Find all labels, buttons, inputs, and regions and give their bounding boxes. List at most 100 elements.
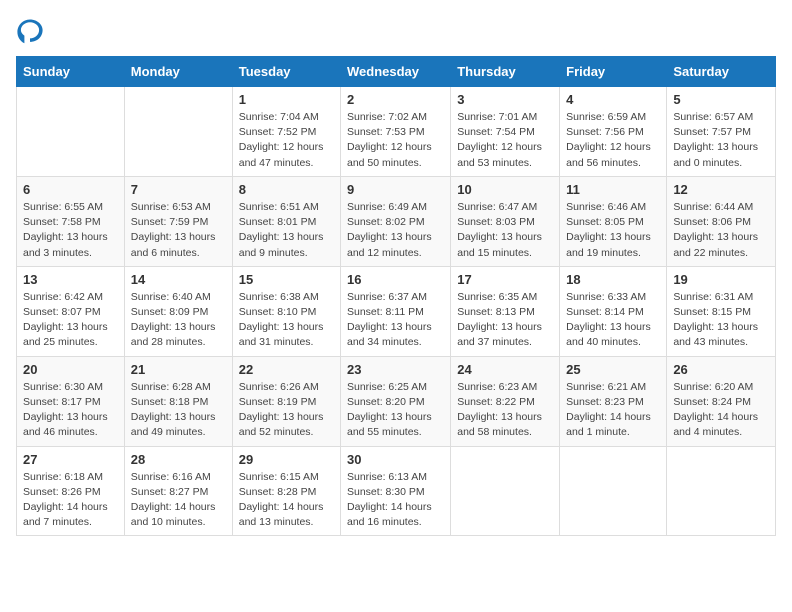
calendar-cell: 5 Sunrise: 6:57 AM Sunset: 7:57 PM Daylig… xyxy=(667,87,776,177)
week-row-3: 13 Sunrise: 6:42 AM Sunset: 8:07 PM Dayli… xyxy=(17,266,776,356)
day-number: 4 xyxy=(566,92,660,107)
day-info: Sunrise: 6:40 AM Sunset: 8:09 PM Dayligh… xyxy=(131,290,226,351)
calendar-cell: 7 Sunrise: 6:53 AM Sunset: 7:59 PM Daylig… xyxy=(124,176,232,266)
day-number: 6 xyxy=(23,182,118,197)
calendar-cell: 27 Sunrise: 6:18 AM Sunset: 8:26 PM Dayli… xyxy=(17,446,125,536)
day-header-saturday: Saturday xyxy=(667,57,776,87)
day-number: 7 xyxy=(131,182,226,197)
calendar-cell: 2 Sunrise: 7:02 AM Sunset: 7:53 PM Daylig… xyxy=(341,87,451,177)
day-info: Sunrise: 6:49 AM Sunset: 8:02 PM Dayligh… xyxy=(347,200,444,261)
day-info: Sunrise: 6:55 AM Sunset: 7:58 PM Dayligh… xyxy=(23,200,118,261)
day-info: Sunrise: 6:46 AM Sunset: 8:05 PM Dayligh… xyxy=(566,200,660,261)
calendar-body: 1 Sunrise: 7:04 AM Sunset: 7:52 PM Daylig… xyxy=(17,87,776,536)
day-info: Sunrise: 6:16 AM Sunset: 8:27 PM Dayligh… xyxy=(131,470,226,531)
calendar-cell: 4 Sunrise: 6:59 AM Sunset: 7:56 PM Daylig… xyxy=(560,87,667,177)
calendar-cell: 21 Sunrise: 6:28 AM Sunset: 8:18 PM Dayli… xyxy=(124,356,232,446)
day-info: Sunrise: 7:02 AM Sunset: 7:53 PM Dayligh… xyxy=(347,110,444,171)
day-number: 14 xyxy=(131,272,226,287)
day-info: Sunrise: 6:25 AM Sunset: 8:20 PM Dayligh… xyxy=(347,380,444,441)
day-info: Sunrise: 6:38 AM Sunset: 8:10 PM Dayligh… xyxy=(239,290,334,351)
day-number: 15 xyxy=(239,272,334,287)
day-info: Sunrise: 6:21 AM Sunset: 8:23 PM Dayligh… xyxy=(566,380,660,441)
calendar-cell: 26 Sunrise: 6:20 AM Sunset: 8:24 PM Dayli… xyxy=(667,356,776,446)
calendar-cell xyxy=(17,87,125,177)
calendar-cell: 18 Sunrise: 6:33 AM Sunset: 8:14 PM Dayli… xyxy=(560,266,667,356)
calendar-cell: 11 Sunrise: 6:46 AM Sunset: 8:05 PM Dayli… xyxy=(560,176,667,266)
week-row-1: 1 Sunrise: 7:04 AM Sunset: 7:52 PM Daylig… xyxy=(17,87,776,177)
day-info: Sunrise: 6:18 AM Sunset: 8:26 PM Dayligh… xyxy=(23,470,118,531)
day-info: Sunrise: 6:59 AM Sunset: 7:56 PM Dayligh… xyxy=(566,110,660,171)
calendar-cell xyxy=(667,446,776,536)
logo-icon xyxy=(16,16,44,44)
calendar-table: SundayMondayTuesdayWednesdayThursdayFrid… xyxy=(16,56,776,536)
day-number: 2 xyxy=(347,92,444,107)
day-number: 13 xyxy=(23,272,118,287)
day-info: Sunrise: 6:35 AM Sunset: 8:13 PM Dayligh… xyxy=(457,290,553,351)
days-header-row: SundayMondayTuesdayWednesdayThursdayFrid… xyxy=(17,57,776,87)
day-info: Sunrise: 6:28 AM Sunset: 8:18 PM Dayligh… xyxy=(131,380,226,441)
day-number: 8 xyxy=(239,182,334,197)
day-header-wednesday: Wednesday xyxy=(341,57,451,87)
calendar-cell xyxy=(124,87,232,177)
day-number: 23 xyxy=(347,362,444,377)
day-header-sunday: Sunday xyxy=(17,57,125,87)
calendar-cell: 14 Sunrise: 6:40 AM Sunset: 8:09 PM Dayli… xyxy=(124,266,232,356)
logo xyxy=(16,16,48,44)
day-info: Sunrise: 6:57 AM Sunset: 7:57 PM Dayligh… xyxy=(673,110,769,171)
day-number: 22 xyxy=(239,362,334,377)
calendar-cell: 6 Sunrise: 6:55 AM Sunset: 7:58 PM Daylig… xyxy=(17,176,125,266)
day-info: Sunrise: 6:44 AM Sunset: 8:06 PM Dayligh… xyxy=(673,200,769,261)
day-info: Sunrise: 6:42 AM Sunset: 8:07 PM Dayligh… xyxy=(23,290,118,351)
day-info: Sunrise: 6:15 AM Sunset: 8:28 PM Dayligh… xyxy=(239,470,334,531)
day-number: 24 xyxy=(457,362,553,377)
calendar-cell: 30 Sunrise: 6:13 AM Sunset: 8:30 PM Dayli… xyxy=(341,446,451,536)
day-number: 18 xyxy=(566,272,660,287)
calendar-cell: 20Sunrise: 6:30 AM Sunset: 8:17 PM Dayli… xyxy=(17,356,125,446)
calendar-cell: 28Sunrise: 6:16 AM Sunset: 8:27 PM Dayli… xyxy=(124,446,232,536)
day-number: 30 xyxy=(347,452,444,467)
day-number: 27 xyxy=(23,452,118,467)
calendar-cell: 22 Sunrise: 6:26 AM Sunset: 8:19 PM Dayli… xyxy=(232,356,340,446)
day-number: 29 xyxy=(239,452,334,467)
day-number: 5 xyxy=(673,92,769,107)
calendar-cell: 1 Sunrise: 7:04 AM Sunset: 7:52 PM Daylig… xyxy=(232,87,340,177)
day-info: Sunrise: 6:51 AM Sunset: 8:01 PM Dayligh… xyxy=(239,200,334,261)
calendar-cell: 23 Sunrise: 6:25 AM Sunset: 8:20 PM Dayli… xyxy=(341,356,451,446)
day-info: Sunrise: 6:20 AM Sunset: 8:24 PM Dayligh… xyxy=(673,380,769,441)
day-info: Sunrise: 6:23 AM Sunset: 8:22 PM Dayligh… xyxy=(457,380,553,441)
day-number: 17 xyxy=(457,272,553,287)
calendar-cell xyxy=(560,446,667,536)
day-number: 21 xyxy=(131,362,226,377)
day-info: Sunrise: 6:31 AM Sunset: 8:15 PM Dayligh… xyxy=(673,290,769,351)
day-info: Sunrise: 6:26 AM Sunset: 8:19 PM Dayligh… xyxy=(239,380,334,441)
day-number: 1 xyxy=(239,92,334,107)
calendar-cell: 16Sunrise: 6:37 AM Sunset: 8:11 PM Dayli… xyxy=(341,266,451,356)
day-number: 19 xyxy=(673,272,769,287)
calendar-cell: 8 Sunrise: 6:51 AM Sunset: 8:01 PM Daylig… xyxy=(232,176,340,266)
calendar-cell: 17 Sunrise: 6:35 AM Sunset: 8:13 PM Dayli… xyxy=(451,266,560,356)
calendar-cell: 9 Sunrise: 6:49 AM Sunset: 8:02 PM Daylig… xyxy=(341,176,451,266)
day-info: Sunrise: 6:13 AM Sunset: 8:30 PM Dayligh… xyxy=(347,470,444,531)
calendar-cell: 10Sunrise: 6:47 AM Sunset: 8:03 PM Dayli… xyxy=(451,176,560,266)
calendar-cell: 29 Sunrise: 6:15 AM Sunset: 8:28 PM Dayli… xyxy=(232,446,340,536)
day-number: 9 xyxy=(347,182,444,197)
day-number: 26 xyxy=(673,362,769,377)
calendar-cell: 19 Sunrise: 6:31 AM Sunset: 8:15 PM Dayli… xyxy=(667,266,776,356)
day-info: Sunrise: 6:53 AM Sunset: 7:59 PM Dayligh… xyxy=(131,200,226,261)
day-info: Sunrise: 6:47 AM Sunset: 8:03 PM Dayligh… xyxy=(457,200,553,261)
day-number: 12 xyxy=(673,182,769,197)
day-header-tuesday: Tuesday xyxy=(232,57,340,87)
calendar-header: SundayMondayTuesdayWednesdayThursdayFrid… xyxy=(17,57,776,87)
week-row-5: 27 Sunrise: 6:18 AM Sunset: 8:26 PM Dayli… xyxy=(17,446,776,536)
week-row-2: 6 Sunrise: 6:55 AM Sunset: 7:58 PM Daylig… xyxy=(17,176,776,266)
day-info: Sunrise: 7:04 AM Sunset: 7:52 PM Dayligh… xyxy=(239,110,334,171)
day-number: 11 xyxy=(566,182,660,197)
day-info: Sunrise: 6:33 AM Sunset: 8:14 PM Dayligh… xyxy=(566,290,660,351)
calendar-cell: 15 Sunrise: 6:38 AM Sunset: 8:10 PM Dayli… xyxy=(232,266,340,356)
calendar-cell: 3Sunrise: 7:01 AM Sunset: 7:54 PM Daylig… xyxy=(451,87,560,177)
page-header xyxy=(16,16,776,44)
day-header-thursday: Thursday xyxy=(451,57,560,87)
calendar-cell: 24 Sunrise: 6:23 AM Sunset: 8:22 PM Dayli… xyxy=(451,356,560,446)
day-number: 20 xyxy=(23,362,118,377)
calendar-cell: 25Sunrise: 6:21 AM Sunset: 8:23 PM Dayli… xyxy=(560,356,667,446)
